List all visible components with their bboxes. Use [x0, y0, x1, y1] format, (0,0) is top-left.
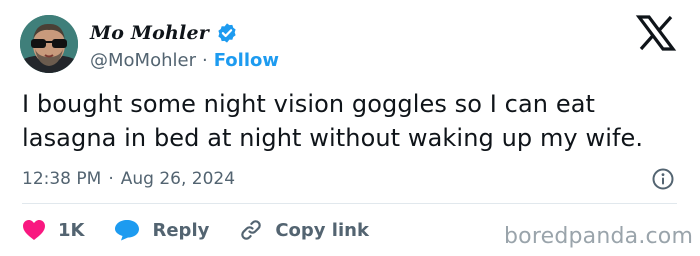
avatar-image — [20, 15, 78, 73]
heart-icon — [22, 219, 46, 241]
tweet-date: Aug 26, 2024 — [120, 169, 236, 189]
timestamp-separator: · — [108, 169, 114, 189]
avatar[interactable] — [20, 15, 78, 73]
author-handle[interactable]: @MoMohler — [90, 50, 196, 71]
verified-badge-icon — [216, 22, 238, 44]
link-icon — [239, 218, 263, 242]
like-count: 1K — [58, 219, 85, 241]
x-logo-icon[interactable] — [635, 14, 677, 52]
action-bar: 1K Reply Copy link — [22, 215, 369, 245]
follow-button[interactable]: Follow — [214, 50, 279, 71]
tweet-card: Mo Mohler @MoMohler · Follow I bought so… — [0, 0, 700, 256]
info-icon[interactable] — [651, 167, 675, 191]
tweet-timestamp[interactable]: 12:38 PM · Aug 26, 2024 — [22, 166, 235, 192]
tweet-text: I bought some night vision goggles so I … — [22, 90, 644, 152]
speech-bubble-icon — [114, 219, 140, 241]
author-display-name[interactable]: Mo Mohler — [90, 22, 209, 44]
copy-link-label: Copy link — [275, 219, 369, 241]
watermark: boredpanda.com — [504, 224, 694, 249]
handle-separator: · — [201, 49, 208, 71]
author-name-row: Mo Mohler — [90, 18, 238, 48]
copy-link-button[interactable]: Copy link — [239, 218, 369, 242]
like-button[interactable]: 1K — [22, 219, 84, 241]
tweet-time: 12:38 PM — [22, 169, 102, 189]
author-handle-row: @MoMohler · Follow — [90, 48, 279, 72]
reply-button[interactable]: Reply — [114, 219, 209, 241]
reply-label: Reply — [152, 219, 210, 241]
divider — [22, 203, 677, 204]
